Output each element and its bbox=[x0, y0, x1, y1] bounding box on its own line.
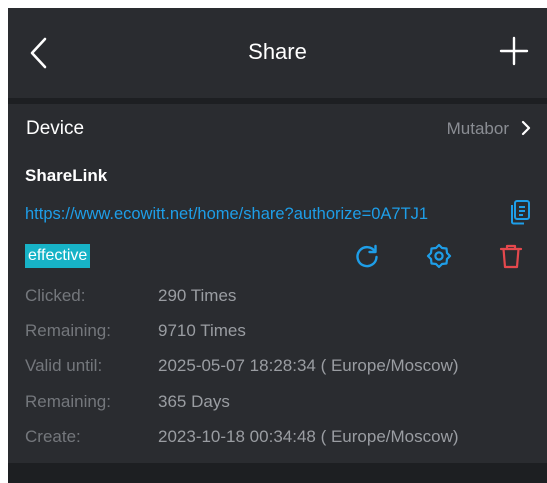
clicked-value: 290 Times bbox=[158, 286, 237, 305]
trash-icon bbox=[499, 244, 523, 269]
share-screen: Share Device Mutabor ShareLink https://w… bbox=[8, 8, 547, 483]
footer-strip bbox=[8, 463, 547, 483]
gear-icon bbox=[426, 243, 452, 269]
remaining-days-label: Remaining: bbox=[25, 392, 111, 411]
share-link-url[interactable]: https://www.ecowitt.net/home/share?autho… bbox=[25, 203, 428, 225]
valid-until-label: Valid until: bbox=[25, 356, 103, 375]
plus-icon bbox=[499, 36, 529, 66]
page-title: Share bbox=[248, 39, 307, 64]
refresh-icon bbox=[356, 244, 378, 268]
remaining-times-value: 9710 Times bbox=[158, 321, 246, 340]
device-value: Mutabor bbox=[446, 119, 509, 138]
share-link-card bbox=[8, 152, 547, 463]
header-bar: Share bbox=[8, 8, 547, 98]
create-value: 2023-10-18 00:34:48 ( Europe/Moscow) bbox=[158, 427, 459, 446]
create-label: Create: bbox=[25, 427, 81, 446]
clicked-label: Clicked: bbox=[25, 286, 86, 305]
delete-link-button[interactable] bbox=[498, 243, 524, 269]
refresh-link-button[interactable] bbox=[354, 243, 380, 269]
copy-link-button[interactable] bbox=[509, 199, 531, 225]
status-badge: effective bbox=[25, 244, 91, 268]
link-settings-button[interactable] bbox=[426, 243, 452, 269]
device-selector[interactable]: Device Mutabor bbox=[8, 104, 547, 152]
device-label: Device bbox=[26, 118, 85, 139]
remaining-days-value: 365 Days bbox=[158, 392, 230, 411]
add-share-button[interactable] bbox=[498, 35, 530, 67]
share-link-title: ShareLink bbox=[25, 166, 108, 185]
remaining-times-label: Remaining: bbox=[25, 321, 111, 340]
chevron-right-icon bbox=[521, 120, 531, 136]
copy-icon bbox=[511, 200, 530, 225]
valid-until-value: 2025-05-07 18:28:34 ( Europe/Moscow) bbox=[158, 356, 459, 375]
